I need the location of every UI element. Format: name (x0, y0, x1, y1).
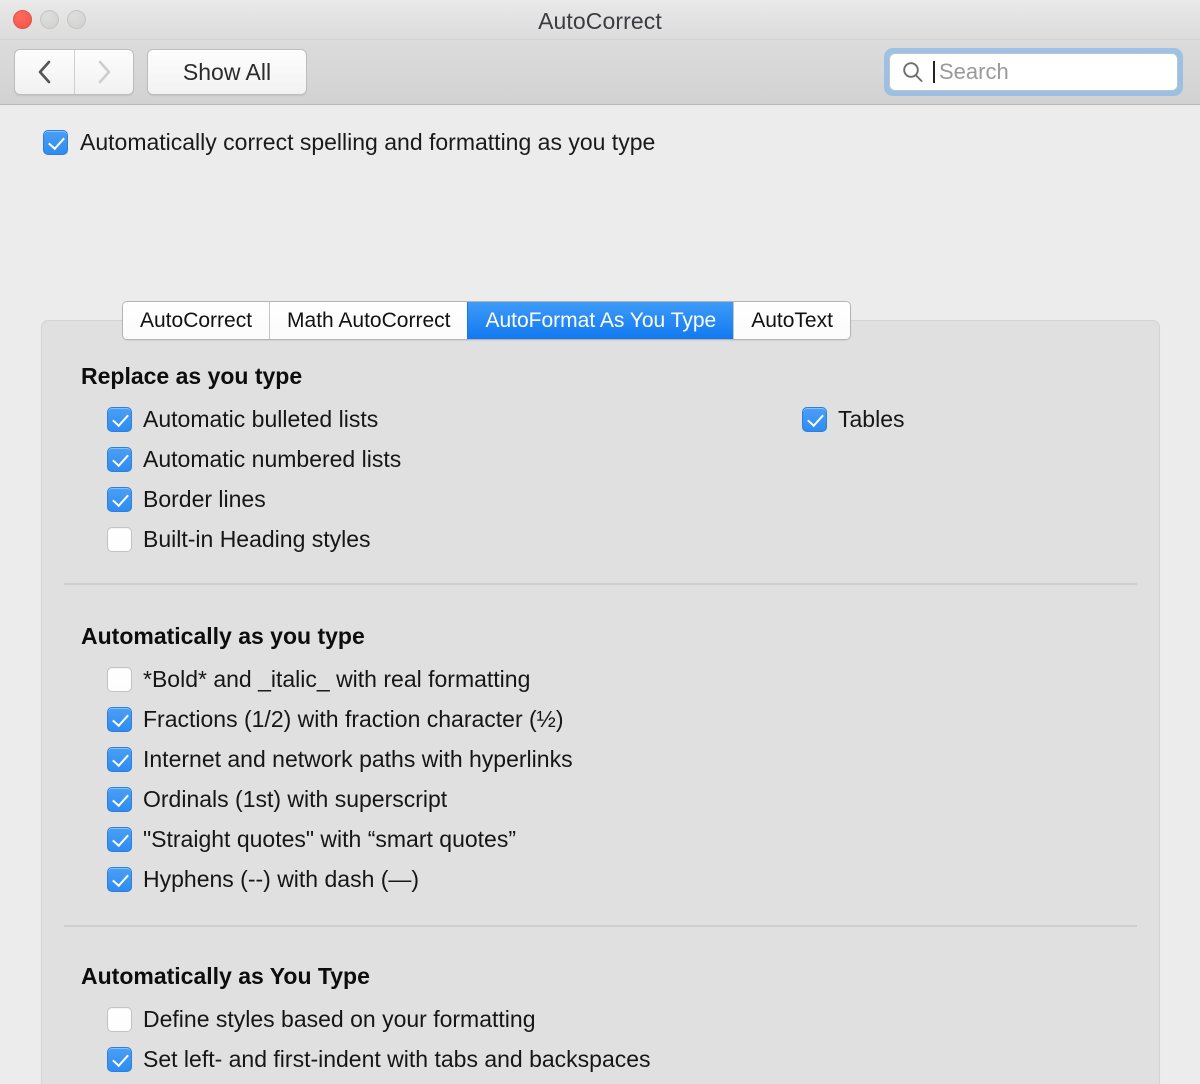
section-automatically-as-you-type: Automatically as you type *Bold* and _it… (42, 623, 1159, 899)
master-autocorrect-checkbox[interactable] (43, 129, 68, 155)
window-title: AutoCorrect (538, 8, 662, 34)
option-hyphens-dash-checkbox[interactable] (107, 866, 132, 892)
option-fractions[interactable]: Fractions (1/2) with fraction character … (107, 699, 1159, 739)
option-hyphens-dash[interactable]: Hyphens (--) with dash (—) (107, 859, 1159, 899)
section-replace-title: Replace as you type (81, 363, 303, 389)
master-autocorrect-label: Automatically correct spelling and forma… (80, 128, 656, 155)
option-define-styles-checkbox[interactable] (107, 1006, 132, 1032)
search-icon (903, 62, 923, 82)
option-set-indent-tabs-backspaces-label: Set left- and first-indent with tabs and… (143, 1045, 651, 1072)
back-button[interactable] (15, 50, 74, 94)
toolbar: Show All Search (0, 40, 1200, 105)
navigation-buttons (14, 49, 134, 95)
option-border-lines-checkbox[interactable] (107, 486, 132, 512)
option-ordinals-superscript[interactable]: Ordinals (1st) with superscript (107, 779, 1159, 819)
option-bold-italic-formatting-label: *Bold* and _italic_ with real formatting (143, 665, 531, 692)
search-text-caret (933, 61, 935, 83)
autoformat-settings-panel: Replace as you type Automatic bulleted l… (41, 320, 1160, 1084)
option-smart-quotes-label: "Straight quotes" with “smart quotes” (143, 825, 516, 852)
title-bar: AutoCorrect (0, 0, 1200, 40)
option-automatic-numbered-lists-checkbox[interactable] (107, 446, 132, 472)
section-replace-columns: Automatic bulleted lists Automatic numbe… (42, 399, 1159, 559)
option-tables[interactable]: Tables (802, 399, 904, 439)
section-replace-left-column: Automatic bulleted lists Automatic numbe… (42, 399, 1159, 559)
option-hyphens-dash-label: Hyphens (--) with dash (—) (143, 865, 420, 892)
option-fractions-checkbox[interactable] (107, 706, 132, 732)
option-built-in-heading-styles-checkbox[interactable] (107, 526, 132, 552)
section-automatically-as-you-type-title-case: Automatically as You Type Define styles … (42, 963, 1159, 1084)
option-tables-label: Tables (838, 405, 905, 432)
option-bold-italic-formatting[interactable]: *Bold* and _italic_ with real formatting (107, 659, 1159, 699)
option-ordinals-superscript-label: Ordinals (1st) with superscript (143, 785, 448, 812)
option-define-styles-label: Define styles based on your formatting (143, 1005, 536, 1032)
option-internet-paths-hyperlinks-checkbox[interactable] (107, 746, 132, 772)
option-border-lines-label: Border lines (143, 485, 266, 512)
section-replace-right-column: Tables (802, 399, 904, 439)
tab-math-autocorrect-label: Math AutoCorrect (287, 308, 451, 332)
search-placeholder: Search (939, 59, 1009, 84)
option-format-list-item-like-previous[interactable]: Format beginning of list item like the o… (107, 1079, 1159, 1084)
tab-autotext[interactable]: AutoText (733, 302, 850, 339)
option-define-styles[interactable]: Define styles based on your formatting (107, 999, 1159, 1039)
option-automatic-bulleted-lists-checkbox[interactable] (107, 406, 132, 432)
tab-bar: AutoCorrect Math AutoCorrect AutoFormat … (122, 301, 851, 340)
section-divider-1 (64, 583, 1137, 585)
section-divider-2 (64, 925, 1137, 927)
preferences-content: Automatically correct spelling and forma… (0, 105, 1200, 1084)
option-built-in-heading-styles-label: Built-in Heading styles (143, 525, 371, 552)
option-set-indent-tabs-backspaces-checkbox[interactable] (107, 1046, 132, 1072)
search-field-focus-ring: Search (884, 48, 1183, 96)
chevron-right-icon (98, 60, 111, 84)
option-automatic-numbered-lists[interactable]: Automatic numbered lists (107, 439, 1159, 479)
option-fractions-label: Fractions (1/2) with fraction character … (143, 705, 564, 732)
tab-autotext-label: AutoText (751, 308, 833, 332)
tab-math-autocorrect[interactable]: Math AutoCorrect (269, 302, 468, 339)
option-bold-italic-formatting-checkbox[interactable] (107, 666, 132, 692)
tab-autoformat-as-you-type[interactable]: AutoFormat As You Type (467, 302, 734, 339)
option-automatic-bulleted-lists[interactable]: Automatic bulleted lists (107, 399, 1159, 439)
section-automatically-lower-title: Automatically as you type (81, 623, 365, 649)
option-smart-quotes-checkbox[interactable] (107, 826, 132, 852)
chevron-left-icon (38, 60, 50, 84)
tab-autocorrect-label: AutoCorrect (140, 308, 253, 332)
forward-button[interactable] (74, 50, 133, 94)
option-automatic-bulleted-lists-label: Automatic bulleted lists (143, 405, 379, 432)
option-border-lines[interactable]: Border lines (107, 479, 1159, 519)
tab-autoformat-as-you-type-label: AutoFormat As You Type (485, 308, 717, 332)
search-field[interactable]: Search (889, 53, 1178, 91)
option-internet-paths-hyperlinks-label: Internet and network paths with hyperlin… (143, 745, 573, 772)
tab-autocorrect[interactable]: AutoCorrect (123, 302, 270, 339)
section-automatically-upper-title: Automatically as You Type (81, 963, 370, 989)
option-ordinals-superscript-checkbox[interactable] (107, 786, 132, 812)
section-replace-as-you-type: Replace as you type Automatic bulleted l… (42, 363, 1159, 559)
option-built-in-heading-styles[interactable]: Built-in Heading styles (107, 519, 1159, 559)
option-automatic-numbered-lists-label: Automatic numbered lists (143, 445, 402, 472)
option-tables-checkbox[interactable] (802, 406, 827, 432)
option-internet-paths-hyperlinks[interactable]: Internet and network paths with hyperlin… (107, 739, 1159, 779)
option-set-indent-tabs-backspaces[interactable]: Set left- and first-indent with tabs and… (107, 1039, 1159, 1079)
show-all-button[interactable]: Show All (147, 49, 307, 95)
option-smart-quotes[interactable]: "Straight quotes" with “smart quotes” (107, 819, 1159, 859)
autocorrect-preferences-window: AutoCorrect Show All Search Automaticall… (0, 0, 1200, 1084)
master-autocorrect-checkbox-row[interactable]: Automatically correct spelling and forma… (43, 127, 1200, 157)
show-all-label: Show All (182, 58, 272, 85)
